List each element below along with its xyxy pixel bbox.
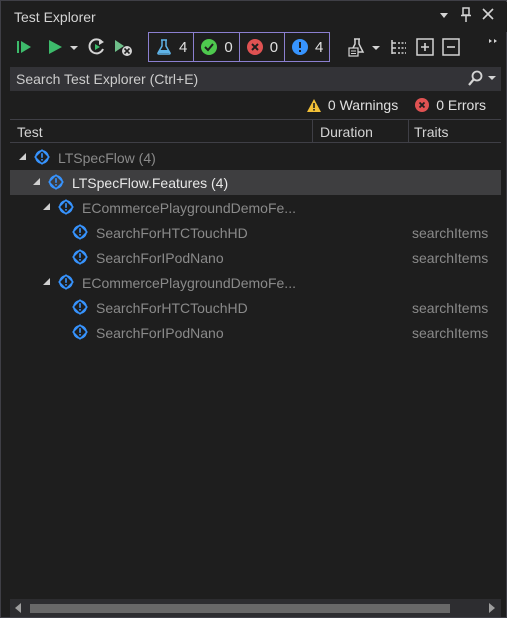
test-name: SearchForHTCTouchHD: [96, 225, 248, 241]
total-tests-count: 4: [179, 38, 188, 56]
test-name: LTSpecFlow (4): [58, 150, 156, 166]
passed-tests-count: 0: [224, 38, 233, 56]
scroll-right-icon[interactable]: [489, 603, 495, 613]
passed-tests-filter[interactable]: 0: [194, 33, 240, 61]
not-run-status-icon: [58, 199, 74, 218]
test-trait: searchItems: [412, 225, 489, 241]
test-case-row[interactable]: SearchForHTCTouchHD searchItems: [10, 220, 501, 245]
test-tree: LTSpecFlow (4) LTSpecFlow.Features (4) ECo…: [10, 145, 501, 345]
cancel-run-icon[interactable]: [112, 36, 134, 58]
warning-icon: [306, 98, 321, 112]
collapse-all-icon[interactable]: [440, 36, 462, 58]
status-summary: 0 Warnings 0 Errors: [290, 95, 486, 115]
window-title: Test Explorer: [14, 9, 96, 25]
column-duration[interactable]: Duration: [320, 124, 373, 140]
test-name: LTSpecFlow.Features (4): [72, 175, 229, 191]
column-test[interactable]: Test: [17, 124, 43, 140]
test-trait: searchItems: [412, 300, 489, 316]
playlist-dropdown-icon[interactable]: [370, 36, 382, 58]
close-icon[interactable]: [478, 7, 498, 27]
title-bar: Test Explorer: [2, 2, 507, 32]
search-input[interactable]: Search Test Explorer (Ctrl+E): [10, 67, 501, 91]
flask-icon: [157, 39, 171, 55]
test-case-row[interactable]: SearchForHTCTouchHD searchItems: [10, 295, 501, 320]
test-case-row[interactable]: SearchForIPodNano searchItems: [10, 245, 501, 270]
run-icon[interactable]: [44, 36, 66, 58]
test-name: ECommercePlaygroundDemoFe...: [82, 275, 296, 291]
test-name: SearchForIPodNano: [96, 325, 224, 341]
failed-tests-filter[interactable]: 0: [240, 33, 286, 61]
not-run-status-icon: [72, 249, 88, 268]
run-all-icon[interactable]: [14, 36, 36, 58]
errors-label: 0 Errors: [436, 97, 486, 113]
search-icon[interactable]: [467, 70, 483, 91]
info-circle-icon: [292, 39, 309, 55]
column-divider[interactable]: [312, 120, 313, 142]
expand-collapse-icon[interactable]: [42, 277, 51, 288]
not-run-status-icon: [48, 174, 64, 193]
test-group-row[interactable]: ECommercePlaygroundDemoFe...: [10, 270, 501, 295]
run-dropdown-icon[interactable]: [68, 36, 82, 58]
expand-collapse-icon[interactable]: [32, 177, 41, 188]
x-circle-icon: [246, 39, 263, 55]
column-traits[interactable]: Traits: [414, 124, 448, 140]
failed-tests-count: 0: [269, 38, 279, 56]
warnings-label: 0 Warnings: [327, 97, 399, 113]
test-group-row[interactable]: ECommercePlaygroundDemoFe...: [10, 195, 501, 220]
error-icon: [415, 98, 430, 112]
not-run-tests-count: 4: [315, 38, 324, 56]
search-options-dropdown-icon[interactable]: [487, 73, 497, 85]
warnings-indicator[interactable]: 0 Warnings: [306, 97, 398, 113]
test-trait: searchItems: [412, 250, 489, 266]
test-counters: 4 0 0 4: [148, 32, 331, 62]
test-name: SearchForIPodNano: [96, 250, 224, 266]
playlist-icon[interactable]: [346, 36, 368, 58]
test-group-row[interactable]: LTSpecFlow (4): [10, 145, 501, 170]
check-circle-icon: [201, 39, 218, 55]
not-run-status-icon: [72, 299, 88, 318]
expand-collapse-icon[interactable]: [18, 152, 27, 163]
test-explorer-window: Test Explorer 4 0 0 4 Search Test Explor…: [0, 0, 507, 618]
rerun-failed-icon[interactable]: [86, 36, 108, 58]
search-placeholder: Search Test Explorer (Ctrl+E): [16, 71, 199, 87]
group-by-icon[interactable]: [388, 36, 410, 58]
not-run-status-icon: [72, 324, 88, 343]
not-run-status-icon: [34, 149, 50, 168]
total-tests-filter[interactable]: 4: [149, 33, 195, 61]
test-case-row[interactable]: SearchForIPodNano searchItems: [10, 320, 501, 345]
test-name: ECommercePlaygroundDemoFe...: [82, 200, 296, 216]
scrollbar-thumb[interactable]: [30, 604, 450, 613]
window-menu-dropdown-icon[interactable]: [434, 7, 454, 27]
column-divider[interactable]: [408, 120, 409, 142]
expand-all-icon[interactable]: [414, 36, 436, 58]
errors-indicator[interactable]: 0 Errors: [414, 97, 486, 113]
not-run-status-icon: [58, 274, 74, 293]
toolbar-overflow-icon[interactable]: [486, 36, 500, 58]
expand-collapse-icon[interactable]: [42, 202, 51, 213]
column-headers: Test Duration Traits: [10, 119, 501, 143]
not-run-status-icon: [72, 224, 88, 243]
test-group-row[interactable]: LTSpecFlow.Features (4): [10, 170, 501, 195]
test-trait: searchItems: [412, 325, 489, 341]
scroll-left-icon[interactable]: [15, 603, 21, 613]
not-run-tests-filter[interactable]: 4: [285, 33, 329, 61]
horizontal-scrollbar[interactable]: [10, 599, 501, 617]
test-name: SearchForHTCTouchHD: [96, 300, 248, 316]
pin-icon[interactable]: [456, 7, 476, 27]
toolbar: 4 0 0 4: [2, 32, 507, 64]
